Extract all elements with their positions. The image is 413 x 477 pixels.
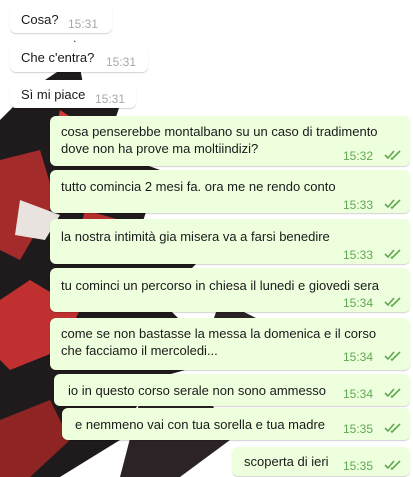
outgoing-message: e nemmeno vai con tua sorella e tua madr… <box>62 408 410 440</box>
message-text: Cosa? <box>21 12 59 27</box>
outgoing-message: cosa penserebbe montalbano su un caso di… <box>50 116 410 166</box>
message-time: 15:32 <box>343 149 374 163</box>
outgoing-message: tutto comincia 2 mesi fa. ora me ne rend… <box>50 170 410 213</box>
message-line: dove non ha prove ma moltiindizi? <box>61 141 259 156</box>
message-time: 15:33 <box>343 198 374 212</box>
outgoing-message: la nostra intimità gia misera va a farsi… <box>50 219 410 264</box>
outgoing-message: scoperta di ieri 15:35 <box>232 447 410 476</box>
double-check-icon <box>384 297 401 307</box>
message-text: Sì mi piace <box>21 87 86 102</box>
message-text: tutto comincia 2 mesi fa. ora me ne rend… <box>61 179 336 194</box>
double-check-icon <box>384 423 401 433</box>
message-text: la nostra intimità gia misera va a farsi… <box>61 229 330 244</box>
message-line: che facciamo il mercoledi... <box>61 343 218 358</box>
outgoing-message: come se non bastasse la messa la domenic… <box>50 318 410 370</box>
message-time: 15:34 <box>343 387 374 401</box>
message-text: e nemmeno vai con tua sorella e tua madr… <box>75 417 326 432</box>
message-time: 15:31 <box>106 55 137 69</box>
message-time: 15:31 <box>68 17 99 31</box>
double-check-icon <box>384 199 401 209</box>
message-text: cosa penserebbe montalbano su un caso di… <box>61 123 378 157</box>
message-text: Che c'entra? <box>21 50 95 65</box>
message-time: 15:31 <box>95 92 126 106</box>
message-text: scoperta di ieri <box>244 454 329 469</box>
message-time: 15:34 <box>343 350 374 364</box>
message-line: cosa penserebbe montalbano su un caso di… <box>61 124 378 139</box>
incoming-message: Cosa? 15:31 <box>10 4 112 33</box>
incoming-message: Sì mi piace 15:31 <box>10 80 136 108</box>
message-text: come se non bastasse la messa la domenic… <box>61 325 376 359</box>
double-check-icon <box>384 351 401 361</box>
outgoing-message: tu cominci un percorso in chiesa il lune… <box>50 268 410 312</box>
double-check-icon <box>384 150 401 160</box>
double-check-icon <box>384 249 401 259</box>
double-check-icon <box>384 460 401 470</box>
outgoing-message: io in questo corso serale non sono ammes… <box>54 374 410 406</box>
message-time: 15:35 <box>343 459 374 473</box>
message-text: tu cominci un percorso in chiesa il lune… <box>61 278 379 293</box>
double-check-icon <box>384 388 401 398</box>
message-time: 15:35 <box>343 422 374 436</box>
message-line: come se non bastasse la messa la domenic… <box>61 326 377 341</box>
message-text: io in questo corso serale non sono ammes… <box>68 383 326 398</box>
incoming-message: Che c'entra? 15:31 <box>10 42 148 72</box>
message-time: 15:34 <box>343 296 374 310</box>
message-time: 15:33 <box>343 248 374 262</box>
